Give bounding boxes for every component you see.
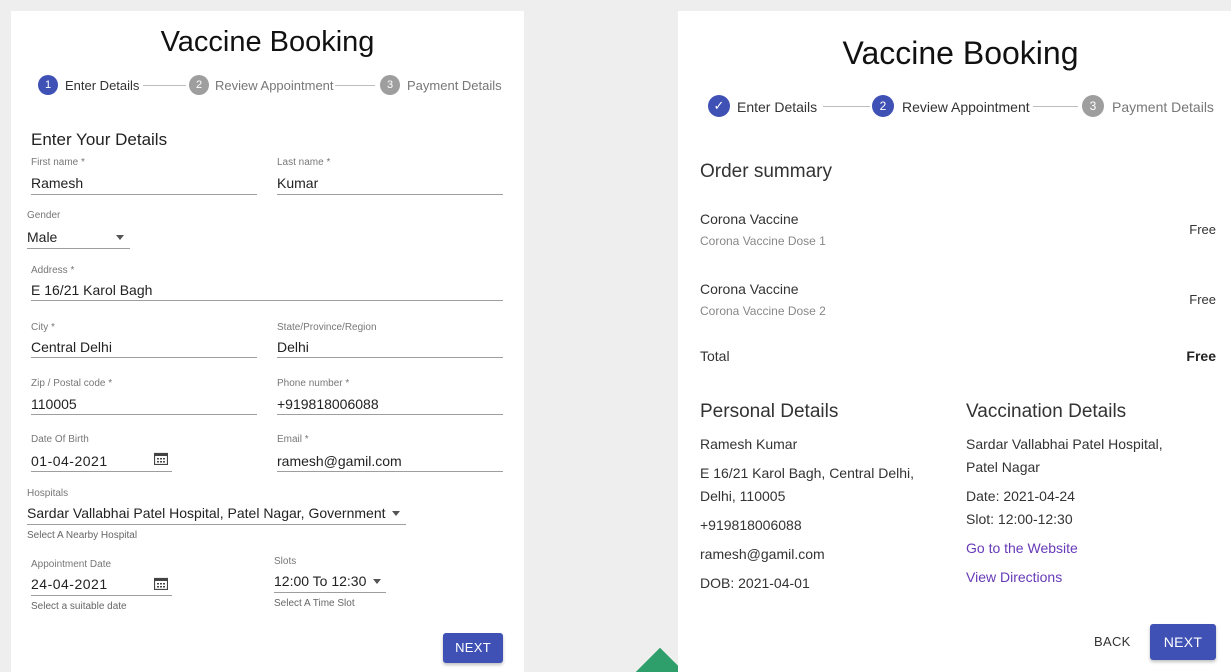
last-name-underline xyxy=(277,194,503,195)
chevron-down-icon[interactable] xyxy=(373,579,381,584)
zip-underline xyxy=(31,414,257,415)
review-appointment-card: Vaccine Booking ✓ Enter Details 2 Review… xyxy=(678,11,1231,672)
city-underline xyxy=(31,357,257,358)
item-price: Free xyxy=(1189,222,1216,237)
slots-value[interactable]: 12:00 To 12:30 xyxy=(274,573,366,589)
gender-label: Gender xyxy=(27,210,61,221)
city-label: City * xyxy=(31,322,55,333)
personal-phone: +919818006088 xyxy=(700,517,802,533)
item-name: Corona Vaccine xyxy=(700,281,799,297)
vaccination-hospital-line1: Sardar Vallabhai Patel Hospital, xyxy=(966,436,1163,452)
last-name-value[interactable]: Kumar xyxy=(277,175,318,191)
zip-label: Zip / Postal code * xyxy=(31,378,113,389)
address-label: Address * xyxy=(31,265,75,276)
hospitals-helper: Select A Nearby Hospital xyxy=(27,530,138,541)
step-1-label: Enter Details xyxy=(737,99,818,115)
step-3-label: Payment Details xyxy=(1112,99,1214,115)
personal-address-line2: Delhi, 110005 xyxy=(700,488,786,504)
step-2-label: Review Appointment xyxy=(902,99,1030,115)
chevron-down-icon[interactable] xyxy=(116,235,124,240)
order-summary-title: Order summary xyxy=(700,161,832,182)
calendar-icon[interactable] xyxy=(154,577,168,590)
next-button[interactable]: NEXT xyxy=(1150,624,1216,660)
total-value: Free xyxy=(1186,348,1216,364)
step-connector xyxy=(1033,106,1078,107)
calendar-icon[interactable] xyxy=(154,452,168,465)
email-label: Email * xyxy=(277,434,309,445)
personal-email: ramesh@gamil.com xyxy=(700,546,825,562)
hospitals-label: Hospitals xyxy=(27,488,69,499)
personal-dob: DOB: 2021-04-01 xyxy=(700,575,810,591)
step-1-circle: 1 xyxy=(38,75,58,95)
item-desc: Corona Vaccine Dose 1 xyxy=(700,234,826,248)
appointment-date-value[interactable]: 24-04-2021 xyxy=(31,576,108,592)
first-name-underline xyxy=(31,194,257,195)
slots-label: Slots xyxy=(274,556,297,567)
slots-underline xyxy=(274,592,386,593)
vaccination-hospital-line2: Patel Nagar xyxy=(966,459,1040,475)
page-title: Vaccine Booking xyxy=(160,26,375,58)
appointment-date-helper: Select a suitable date xyxy=(31,601,127,612)
step-2-circle: 2 xyxy=(189,75,209,95)
section-title: Enter Your Details xyxy=(31,130,168,149)
item-name: Corona Vaccine xyxy=(700,211,799,227)
item-price: Free xyxy=(1189,292,1216,307)
dob-label: Date Of Birth xyxy=(31,434,89,445)
step-1-label: Enter Details xyxy=(65,78,140,93)
state-label: State/Province/Region xyxy=(277,322,377,333)
address-value[interactable]: E 16/21 Karol Bagh xyxy=(31,282,152,298)
phone-underline xyxy=(277,414,503,415)
step-2-label: Review Appointment xyxy=(215,78,334,93)
state-underline xyxy=(277,357,503,358)
dob-underline xyxy=(31,471,172,472)
phone-label: Phone number * xyxy=(277,378,350,389)
personal-details-title: Personal Details xyxy=(700,401,839,422)
zip-value[interactable]: 110005 xyxy=(31,396,77,412)
step-connector xyxy=(823,106,870,107)
item-desc: Corona Vaccine Dose 2 xyxy=(700,304,826,318)
hospitals-value[interactable]: Sardar Vallabhai Patel Hospital, Patel N… xyxy=(27,505,386,521)
step-3-label: Payment Details xyxy=(407,78,502,93)
step-connector xyxy=(143,85,186,86)
back-button[interactable]: BACK xyxy=(1094,634,1131,649)
step-connector xyxy=(335,85,375,86)
slots-helper: Select A Time Slot xyxy=(274,598,355,609)
appointment-date-label: Appointment Date xyxy=(31,559,112,570)
first-name-label: First name * xyxy=(31,157,85,168)
total-label: Total xyxy=(700,348,730,364)
step-3-circle: 3 xyxy=(1082,95,1104,117)
gender-underline xyxy=(27,248,130,249)
page-title: Vaccine Booking xyxy=(842,35,1079,71)
enter-details-card: Vaccine Booking 1 Enter Details 2 Review… xyxy=(11,11,524,672)
chevron-down-icon[interactable] xyxy=(392,511,400,516)
state-value[interactable]: Delhi xyxy=(277,339,309,355)
first-name-value[interactable]: Ramesh xyxy=(31,175,83,191)
vaccination-details-title: Vaccination Details xyxy=(966,401,1127,422)
directions-link[interactable]: View Directions xyxy=(966,569,1062,585)
vaccination-date: Date: 2021-04-24 xyxy=(966,488,1075,504)
personal-address-line1: E 16/21 Karol Bagh, Central Delhi, xyxy=(700,465,915,481)
next-button[interactable]: NEXT xyxy=(443,633,503,663)
last-name-label: Last name * xyxy=(277,157,331,168)
email-underline xyxy=(277,471,503,472)
city-value[interactable]: Central Delhi xyxy=(31,339,112,355)
personal-name: Ramesh Kumar xyxy=(700,436,798,452)
phone-value[interactable]: +919818006088 xyxy=(277,396,379,412)
hospitals-underline xyxy=(27,524,406,525)
gender-value[interactable]: Male xyxy=(27,229,57,245)
step-2-circle: 2 xyxy=(872,95,894,117)
step-3-circle: 3 xyxy=(380,75,400,95)
address-underline xyxy=(31,300,503,301)
vaccination-slot: Slot: 12:00-12:30 xyxy=(966,511,1073,527)
website-link[interactable]: Go to the Website xyxy=(966,540,1078,556)
email-value[interactable]: ramesh@gamil.com xyxy=(277,453,402,469)
appointment-date-underline xyxy=(31,595,172,596)
dob-value[interactable]: 01-04-2021 xyxy=(31,453,108,469)
check-icon: ✓ xyxy=(708,95,730,117)
